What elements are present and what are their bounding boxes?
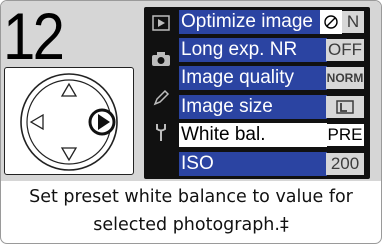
menu-row-iso[interactable]: ISO 200 — [179, 152, 364, 176]
step-caption: Set preset white balance to value for se… — [0, 183, 382, 239]
menu-row-label: Image quality — [179, 66, 327, 90]
menu-row-long-exp-nr[interactable]: Long exp. NR OFF — [179, 38, 364, 62]
camera-menu-screen: Optimize image N Long exp. NR OFF Image … — [144, 7, 370, 179]
menu-row-label: White bal. — [179, 123, 327, 147]
menu-row-value: OFF — [326, 39, 364, 61]
menu-row-label: Long exp. NR — [179, 38, 327, 62]
menu-row-label: ISO — [179, 152, 327, 176]
menu-row-image-size[interactable]: Image size — [179, 95, 364, 119]
caption-line-1: Set preset white balance to value for — [29, 187, 353, 207]
menu-row-value: N — [342, 11, 364, 33]
step-number: 12 — [3, 0, 65, 73]
setup-wrench-icon[interactable] — [150, 121, 172, 143]
multi-selector — [20, 73, 118, 171]
menu-row-label: Image size — [179, 95, 327, 119]
shooting-menu-icon[interactable] — [150, 48, 172, 70]
menu-row-value: NORM — [326, 67, 364, 89]
menu-row-optimize-image[interactable]: Optimize image N — [179, 10, 364, 34]
menu-row-value: PRE — [326, 124, 364, 146]
image-size-large-icon — [326, 96, 364, 118]
menu-row-value: 200 — [326, 153, 364, 175]
custom-settings-pencil-icon[interactable] — [150, 87, 172, 109]
right-press-icon[interactable] — [88, 108, 116, 136]
menu-row-label: Optimize image — [179, 10, 328, 34]
menu-row-white-balance[interactable]: White bal. PRE — [179, 123, 364, 147]
menu-row-image-quality[interactable]: Image quality NORM — [179, 66, 364, 90]
no-symbol-icon — [320, 10, 342, 34]
caption-line-2: selected photograph.‡ — [93, 215, 289, 235]
playback-menu-icon[interactable] — [150, 12, 172, 34]
